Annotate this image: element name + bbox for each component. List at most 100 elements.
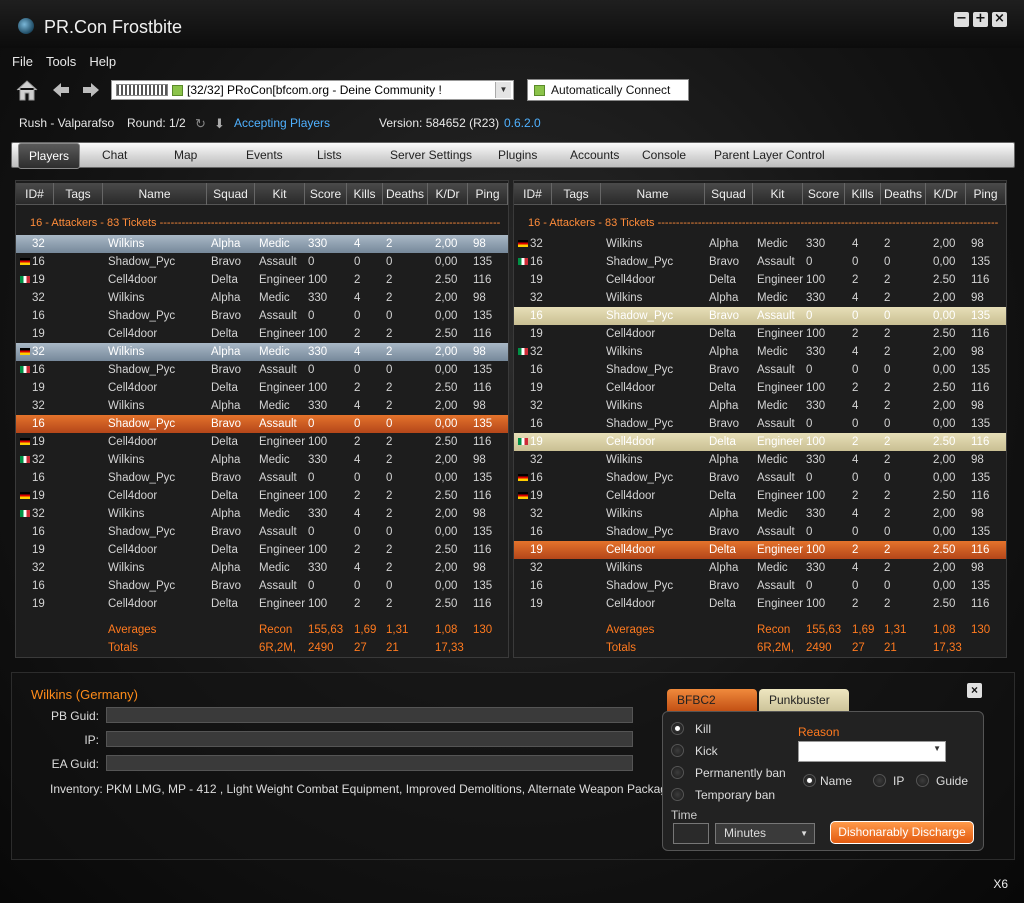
tab-plugins[interactable]: Plugins xyxy=(498,143,537,167)
menu-tools[interactable]: Tools xyxy=(46,54,76,69)
table-row[interactable]: 32 Wilkins Alpha Medic 330 4 2 2,00 98 xyxy=(514,451,1006,469)
column-header[interactable]: Kills xyxy=(845,183,881,205)
column-header[interactable]: Name xyxy=(601,183,705,205)
table-row[interactable]: 19 Cell4door Delta Engineer 100 2 2 2.50 116 xyxy=(514,541,1006,559)
table-row[interactable]: 19 Cell4door Delta Engineer 100 2 2 2.50 116 xyxy=(16,595,508,613)
auto-connect-checkbox[interactable]: Automatically Connect xyxy=(527,79,689,101)
close-button[interactable]: × xyxy=(992,12,1007,27)
table-row[interactable]: 16 Shadow_Pyc Bravo Assault 0 0 0 0,00 135 xyxy=(16,307,508,325)
table-row[interactable]: 19 Cell4door Delta Engineer 100 2 2 2.50 116 xyxy=(16,433,508,451)
kill-radio[interactable] xyxy=(671,722,684,735)
column-header[interactable]: Deaths xyxy=(881,183,926,205)
home-icon[interactable] xyxy=(14,78,40,102)
table-row[interactable]: 16 Shadow_Pyc Bravo Assault 0 0 0 0,00 135 xyxy=(16,361,508,379)
table-row[interactable]: 16 Shadow_Pyc Bravo Assault 0 0 0 0,00 135 xyxy=(16,469,508,487)
menu-help[interactable]: Help xyxy=(89,54,116,69)
table-row[interactable]: 19 Cell4door Delta Engineer 100 2 2 2.50 116 xyxy=(16,487,508,505)
table-row[interactable]: 32 Wilkins Alpha Medic 330 4 2 2,00 98 xyxy=(16,235,508,253)
table-row[interactable]: 32 Wilkins Alpha Medic 330 4 2 2,00 98 xyxy=(514,289,1006,307)
back-arrow-icon[interactable] xyxy=(52,82,70,98)
column-header[interactable]: Score xyxy=(803,183,845,205)
chevron-down-icon[interactable]: ▼ xyxy=(495,82,511,98)
menu-file[interactable]: File xyxy=(12,54,33,69)
table-row[interactable]: 16 Shadow_Pyc Bravo Assault 0 0 0 0,00 135 xyxy=(514,469,1006,487)
table-row[interactable]: 19 Cell4door Delta Engineer 100 2 2 2.50 116 xyxy=(514,271,1006,289)
tab-players[interactable]: Players xyxy=(18,143,81,169)
column-header[interactable]: Name xyxy=(103,183,207,205)
tab-accounts[interactable]: Accounts xyxy=(570,143,619,167)
reason-select[interactable]: ▼ xyxy=(798,741,946,762)
kick-radio[interactable] xyxy=(671,744,684,757)
column-header[interactable]: Squad xyxy=(207,183,255,205)
table-row[interactable]: 16 Shadow_Pyc Bravo Assault 0 0 0 0,00 135 xyxy=(514,577,1006,595)
tab-chat[interactable]: Chat xyxy=(102,143,127,167)
table-row[interactable]: 19 Cell4door Delta Engineer 100 2 2 2.50 116 xyxy=(514,595,1006,613)
name-radio[interactable] xyxy=(803,774,816,787)
table-row[interactable]: 19 Cell4door Delta Engineer 100 2 2 2.50 116 xyxy=(16,541,508,559)
tab-parent-layer-control[interactable]: Parent Layer Control xyxy=(714,143,825,167)
permanent-ban-radio[interactable] xyxy=(671,766,684,779)
table-row[interactable]: 19 Cell4door Delta Engineer 100 2 2 2.50 116 xyxy=(514,379,1006,397)
column-header[interactable]: Tags xyxy=(54,183,103,205)
table-row[interactable]: 32 Wilkins Alpha Medic 330 4 2 2,00 98 xyxy=(16,289,508,307)
column-header[interactable]: K/Dr xyxy=(926,183,966,205)
table-row[interactable]: 32 Wilkins Alpha Medic 330 4 2 2,00 98 xyxy=(16,505,508,523)
table-row[interactable]: 16 Shadow_Pyc Bravo Assault 0 0 0 0,00 135 xyxy=(16,523,508,541)
time-input[interactable] xyxy=(673,823,709,844)
table-row[interactable]: 19 Cell4door Delta Engineer 100 2 2 2.50 116 xyxy=(514,487,1006,505)
tab-punkbuster[interactable]: Punkbuster xyxy=(759,689,849,711)
time-unit-select[interactable]: Minutes ▼ xyxy=(715,823,815,844)
temporary-ban-radio[interactable] xyxy=(671,788,684,801)
table-row[interactable]: 16 Shadow_Pyc Bravo Assault 0 0 0 0,00 135 xyxy=(514,415,1006,433)
table-row[interactable]: 16 Shadow_Pyc Bravo Assault 0 0 0 0,00 135 xyxy=(514,253,1006,271)
table-row[interactable]: 19 Cell4door Delta Engineer 100 2 2 2.50 116 xyxy=(514,325,1006,343)
column-header[interactable]: ID# xyxy=(16,183,54,205)
table-row[interactable]: 16 Shadow_Pyc Bravo Assault 0 0 0 0,00 135 xyxy=(514,523,1006,541)
tab-bfbc2[interactable]: BFBC2 xyxy=(667,689,757,711)
pb-guid-field[interactable] xyxy=(106,707,633,723)
column-header[interactable]: Squad xyxy=(705,183,753,205)
close-icon[interactable]: × xyxy=(967,683,982,698)
column-header[interactable]: Tags xyxy=(552,183,601,205)
table-row[interactable]: 32 Wilkins Alpha Medic 330 4 2 2,00 98 xyxy=(16,559,508,577)
table-row[interactable]: 32 Wilkins Alpha Medic 330 4 2 2,00 98 xyxy=(514,397,1006,415)
minimize-button[interactable]: − xyxy=(954,12,969,27)
table-row[interactable]: 19 Cell4door Delta Engineer 100 2 2 2.50 116 xyxy=(514,433,1006,451)
table-row[interactable]: 19 Cell4door Delta Engineer 100 2 2 2.50 116 xyxy=(16,271,508,289)
guid-radio[interactable] xyxy=(916,774,929,787)
column-header[interactable]: K/Dr xyxy=(428,183,468,205)
table-row[interactable]: 16 Shadow_Pyc Bravo Assault 0 0 0 0,00 135 xyxy=(514,307,1006,325)
table-row[interactable]: 32 Wilkins Alpha Medic 330 4 2 2,00 98 xyxy=(514,559,1006,577)
column-header[interactable]: ID# xyxy=(514,183,552,205)
table-row[interactable]: 32 Wilkins Alpha Medic 330 4 2 2,00 98 xyxy=(16,451,508,469)
column-header[interactable]: Kills xyxy=(347,183,383,205)
table-row[interactable]: 16 Shadow_Pyc Bravo Assault 0 0 0 0,00 135 xyxy=(16,253,508,271)
column-header[interactable]: Ping xyxy=(966,183,1006,205)
column-header[interactable]: Deaths xyxy=(383,183,428,205)
maximize-button[interactable]: + xyxy=(973,12,988,27)
table-row[interactable]: 16 Shadow_Pyc Bravo Assault 0 0 0 0,00 135 xyxy=(16,577,508,595)
column-header[interactable]: Score xyxy=(305,183,347,205)
column-header[interactable]: Kit xyxy=(255,183,305,205)
table-row[interactable]: 32 Wilkins Alpha Medic 330 4 2 2,00 98 xyxy=(514,235,1006,253)
server-select[interactable]: [32/32] PRoCon[bfcom.org - Deine Communi… xyxy=(111,80,514,100)
ip-field[interactable] xyxy=(106,731,633,747)
ip-radio[interactable] xyxy=(873,774,886,787)
refresh-icon[interactable]: ↻ xyxy=(195,116,206,132)
tab-lists[interactable]: Lists xyxy=(317,143,342,167)
discharge-button[interactable]: Dishonarably Discharge xyxy=(830,821,974,844)
forward-arrow-icon[interactable] xyxy=(82,82,100,98)
table-row[interactable]: 16 Shadow_Pyc Bravo Assault 0 0 0 0,00 135 xyxy=(16,415,508,433)
table-row[interactable]: 32 Wilkins Alpha Medic 330 4 2 2,00 98 xyxy=(16,397,508,415)
tab-server-settings[interactable]: Server Settings xyxy=(390,143,472,167)
ea-guid-field[interactable] xyxy=(106,755,633,771)
tab-events[interactable]: Events xyxy=(246,143,283,167)
table-row[interactable]: 32 Wilkins Alpha Medic 330 4 2 2,00 98 xyxy=(514,343,1006,361)
column-header[interactable]: Kit xyxy=(753,183,803,205)
table-row[interactable]: 19 Cell4door Delta Engineer 100 2 2 2.50 116 xyxy=(16,379,508,397)
table-row[interactable]: 32 Wilkins Alpha Medic 330 4 2 2,00 98 xyxy=(514,505,1006,523)
table-row[interactable]: 16 Shadow_Pyc Bravo Assault 0 0 0 0,00 135 xyxy=(514,361,1006,379)
table-row[interactable]: 19 Cell4door Delta Engineer 100 2 2 2.50 116 xyxy=(16,325,508,343)
tab-map[interactable]: Map xyxy=(174,143,197,167)
table-row[interactable]: 32 Wilkins Alpha Medic 330 4 2 2,00 98 xyxy=(16,343,508,361)
